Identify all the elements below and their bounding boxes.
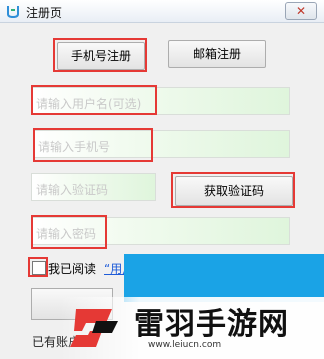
highlight-password xyxy=(31,215,107,249)
get-code-button[interactable]: 获取验证码 xyxy=(175,176,293,206)
watermark-url: www.leiucn.com xyxy=(148,340,222,350)
agreement-checkbox[interactable] xyxy=(32,261,46,275)
highlight-phone xyxy=(33,128,153,162)
app-icon xyxy=(7,6,19,18)
agreement-text: 我已阅读 xyxy=(48,262,97,276)
watermark-title: 雷羽手游网 xyxy=(134,307,289,342)
code-placeholder: 请输入验证码 xyxy=(36,183,109,197)
register-window: 注册页 ✕ 手机号注册 邮箱注册 请输入用户名(可选) 请输入手机号 请输入验证… xyxy=(0,0,324,359)
close-button[interactable]: ✕ xyxy=(285,2,317,20)
phone-register-button[interactable]: 手机号注册 xyxy=(57,42,145,70)
window-title: 注册页 xyxy=(26,6,63,20)
title-bar: 注册页 ✕ xyxy=(0,0,324,23)
highlight-username xyxy=(31,85,157,115)
email-register-button[interactable]: 邮箱注册 xyxy=(168,40,266,68)
code-input[interactable]: 请输入验证码 xyxy=(31,173,156,201)
watermark-logo-icon xyxy=(70,309,118,347)
